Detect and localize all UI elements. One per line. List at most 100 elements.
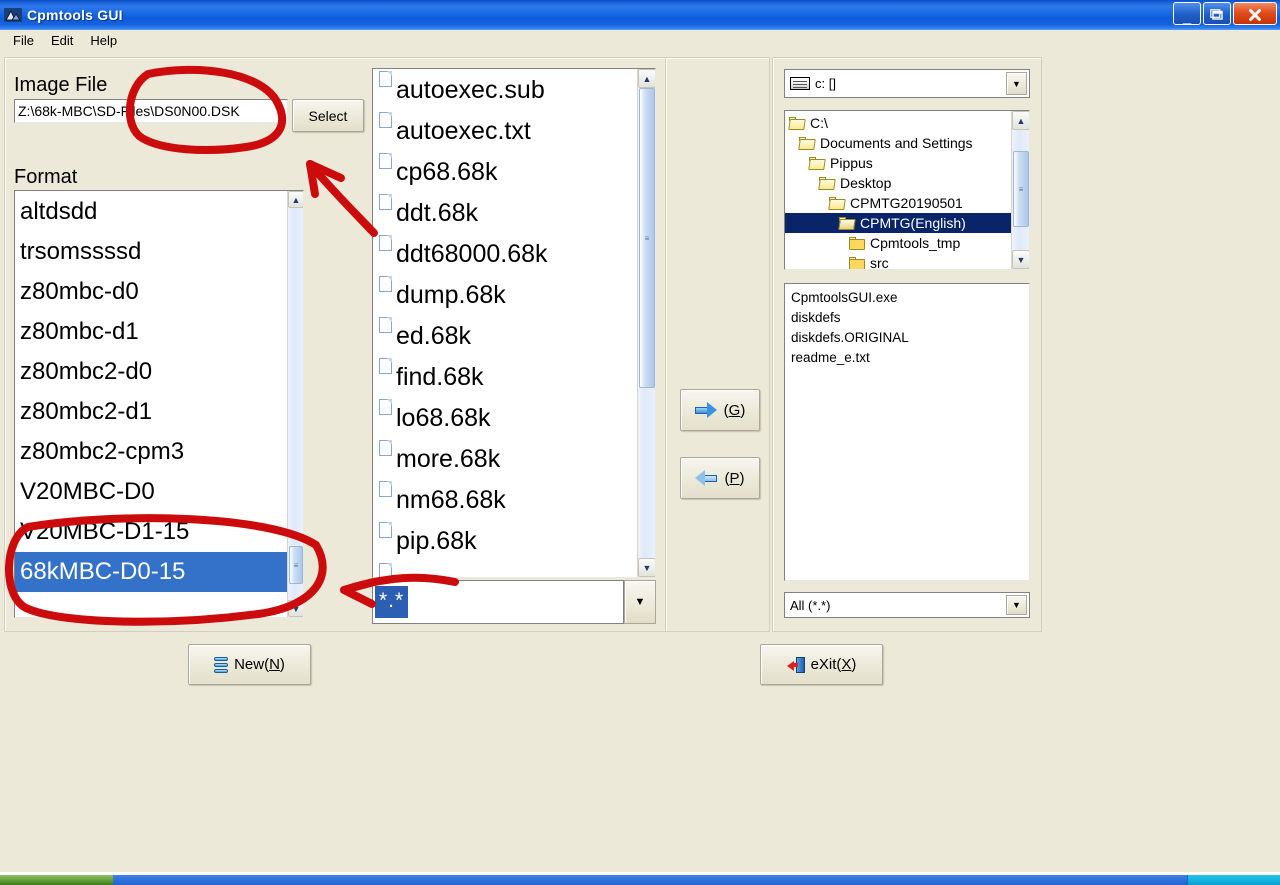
put-button-label: (P) <box>724 469 745 487</box>
document-icon <box>379 112 392 128</box>
scroll-thumb[interactable]: ≡ <box>1013 151 1029 227</box>
scroll-track[interactable] <box>288 208 303 600</box>
format-list-item[interactable]: V20MBC-D1-15 <box>15 512 287 552</box>
tree-item-label: Cpmtools_tmp <box>870 235 961 251</box>
file-mask-field[interactable]: *.* <box>372 580 624 624</box>
tree-item-selected[interactable]: CPMTG(English) <box>785 213 1011 233</box>
close-icon[interactable] <box>1233 2 1277 25</box>
list-item[interactable]: diskdefs <box>788 308 1026 328</box>
list-item[interactable]: ddt68000.68k <box>373 233 637 274</box>
list-item[interactable]: ed.68k <box>373 315 637 356</box>
list-item[interactable]: find.68k <box>373 356 637 397</box>
document-icon <box>379 358 392 374</box>
tree-item-label: CPMTG(English) <box>860 215 966 231</box>
new-button[interactable]: New(N) <box>188 644 311 685</box>
select-button[interactable]: Select <box>292 99 364 132</box>
tree-item[interactable]: Pippus <box>785 153 1011 173</box>
get-button[interactable]: (G) <box>680 389 760 431</box>
system-tray[interactable] <box>1187 875 1280 885</box>
scroll-down-icon[interactable]: ▼ <box>1012 250 1029 269</box>
put-button[interactable]: (P) <box>680 457 760 499</box>
taskbar[interactable] <box>0 872 1280 885</box>
taskbar-items[interactable] <box>113 875 1188 885</box>
format-list-item[interactable]: z80mbc-d0 <box>15 272 287 312</box>
directory-tree[interactable]: C:\ Documents and Settings Pippus Deskto… <box>784 110 1030 270</box>
application-window: Cpmtools GUI _ File Edit Help Image File… <box>0 0 1280 872</box>
scroll-up-icon[interactable]: ▲ <box>638 69 655 88</box>
menu-item-file[interactable]: File <box>5 31 43 50</box>
tree-item[interactable]: C:\ <box>785 113 1011 133</box>
tree-item[interactable]: src <box>785 253 1011 270</box>
scroll-up-icon[interactable]: ▲ <box>288 191 303 208</box>
file-mask-combo[interactable]: *.* ▼ <box>372 580 656 624</box>
list-item-label: ddt.68k <box>396 198 479 227</box>
format-list-item[interactable]: trsomssssd <box>15 232 287 272</box>
format-list-item[interactable]: altdsdd <box>15 192 287 232</box>
list-item[interactable]: more.68k <box>373 438 637 479</box>
scroll-thumb[interactable]: ≡ <box>639 88 655 388</box>
format-list-item[interactable]: z80mbc2-d0 <box>15 352 287 392</box>
start-button[interactable] <box>0 875 114 885</box>
chevron-down-icon[interactable]: ▼ <box>624 580 656 624</box>
list-item[interactable]: nm68.68k <box>373 479 637 520</box>
list-item-label: autoexec.txt <box>396 116 531 145</box>
window-title: Cpmtools GUI <box>27 7 123 23</box>
maximize-icon[interactable] <box>1203 2 1231 25</box>
exit-door-icon <box>786 656 805 673</box>
tree-item[interactable]: CPMTG20190501 <box>785 193 1011 213</box>
list-item[interactable]: autoexec.sub <box>373 69 637 110</box>
list-item[interactable]: CpmtoolsGUI.exe <box>788 288 1026 308</box>
scroll-down-icon[interactable]: ▼ <box>288 600 303 617</box>
list-item[interactable]: dump.68k <box>373 274 637 315</box>
list-item-label: more.68k <box>396 444 501 473</box>
list-item[interactable]: cp68.68k <box>373 151 637 192</box>
list-item-label: lo68.68k <box>396 403 491 432</box>
directory-tree-scrollbar[interactable]: ▲ ≡ ▼ <box>1011 111 1029 269</box>
folder-open-icon <box>818 176 836 190</box>
list-item[interactable] <box>373 561 637 577</box>
format-list[interactable]: altdsdd trsomssssd z80mbc-d0 z80mbc-d1 z… <box>14 190 304 618</box>
format-list-item[interactable]: z80mbc2-d1 <box>15 392 287 432</box>
tree-item[interactable]: Cpmtools_tmp <box>785 233 1011 253</box>
list-item-label: ddt68000.68k <box>396 239 548 268</box>
menu-item-edit[interactable]: Edit <box>43 31 82 50</box>
folder-open-icon <box>788 116 806 130</box>
format-list-item[interactable]: z80mbc2-cpm3 <box>15 432 287 472</box>
drive-select[interactable]: c: [] ▼ <box>784 69 1030 98</box>
scroll-down-icon[interactable]: ▼ <box>638 558 655 577</box>
exit-button[interactable]: eXit(X) <box>760 644 883 685</box>
document-icon <box>379 153 392 169</box>
format-list-item-selected[interactable]: 68kMBC-D0-15 <box>15 552 287 592</box>
image-file-list[interactable]: autoexec.sub autoexec.txt cp68.68k ddt.6… <box>372 68 656 578</box>
list-item[interactable]: lo68.68k <box>373 397 637 438</box>
minimize-icon[interactable]: _ <box>1173 2 1201 25</box>
list-item[interactable]: ddt.68k <box>373 192 637 233</box>
image-file-list-items: autoexec.sub autoexec.txt cp68.68k ddt.6… <box>373 69 637 577</box>
document-icon <box>379 522 392 538</box>
image-file-input[interactable]: Z:\68k-MBC\SD-Files\DS0N00.DSK <box>14 99 288 123</box>
format-list-item[interactable]: z80mbc-d1 <box>15 312 287 352</box>
tree-item-label: src <box>870 255 889 270</box>
format-list-item[interactable]: V20MBC-D0 <box>15 472 287 512</box>
folder-closed-icon <box>849 236 866 250</box>
tree-item[interactable]: Desktop <box>785 173 1011 193</box>
scroll-thumb[interactable]: ≡ <box>289 546 303 584</box>
document-icon <box>379 71 392 87</box>
chevron-down-icon[interactable]: ▼ <box>1006 595 1027 615</box>
document-icon <box>379 276 392 292</box>
image-file-list-scrollbar[interactable]: ▲ ≡ ▼ <box>637 69 655 577</box>
menu-item-help[interactable]: Help <box>82 31 126 50</box>
format-list-scrollbar[interactable]: ▲ ≡ ▼ <box>287 191 303 617</box>
tree-item[interactable]: Documents and Settings <box>785 133 1011 153</box>
list-item[interactable]: diskdefs.ORIGINAL <box>788 328 1026 348</box>
file-filter-combo[interactable]: All (*.*) ▼ <box>784 592 1030 618</box>
new-button-label: New(N) <box>234 656 285 673</box>
list-item-label: ed.68k <box>396 321 472 350</box>
chevron-down-icon[interactable]: ▼ <box>1006 72 1027 95</box>
host-file-list[interactable]: CpmtoolsGUI.exe diskdefs diskdefs.ORIGIN… <box>784 283 1030 581</box>
list-item[interactable]: readme_e.txt <box>788 348 1026 368</box>
list-item[interactable]: pip.68k <box>373 520 637 561</box>
tree-item-label: CPMTG20190501 <box>850 195 963 211</box>
scroll-up-icon[interactable]: ▲ <box>1012 111 1029 130</box>
list-item[interactable]: autoexec.txt <box>373 110 637 151</box>
